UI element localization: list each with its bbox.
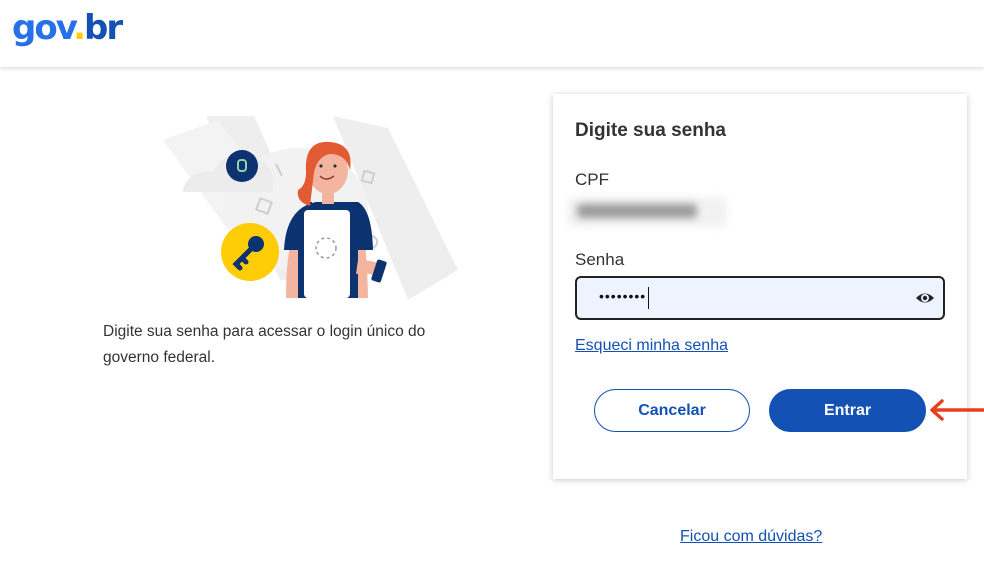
key-icon	[221, 223, 279, 281]
govbr-logo[interactable]: gov.br	[12, 8, 123, 48]
password-input[interactable]: ••••••••	[575, 276, 945, 320]
cpf-blur	[577, 204, 697, 218]
header: gov.br	[0, 0, 984, 67]
enter-button[interactable]: Entrar	[769, 389, 926, 432]
cancel-button[interactable]: Cancelar	[594, 389, 750, 432]
text-caret	[648, 287, 649, 309]
eye-icon[interactable]	[915, 289, 935, 307]
logo-text-gov: gov	[12, 8, 75, 48]
pointer-arrow-icon	[930, 399, 984, 421]
logo-text-dot: .	[73, 8, 86, 48]
help-link[interactable]: Ficou com dúvidas?	[680, 528, 822, 546]
login-card: Digite sua senha CPF Senha •••••••• Esqu…	[553, 94, 967, 479]
cpf-value-redacted	[567, 197, 727, 227]
login-illustration	[163, 116, 458, 300]
card-title: Digite sua senha	[575, 120, 726, 141]
password-value: ••••••••	[599, 288, 647, 304]
lock-icon	[226, 150, 258, 182]
forgot-password-link[interactable]: Esqueci minha senha	[575, 337, 728, 355]
login-description: Digite sua senha para acessar o login ún…	[103, 323, 426, 366]
password-label: Senha	[575, 250, 625, 269]
cpf-label: CPF	[575, 170, 609, 189]
logo-text-br: br	[84, 8, 123, 48]
